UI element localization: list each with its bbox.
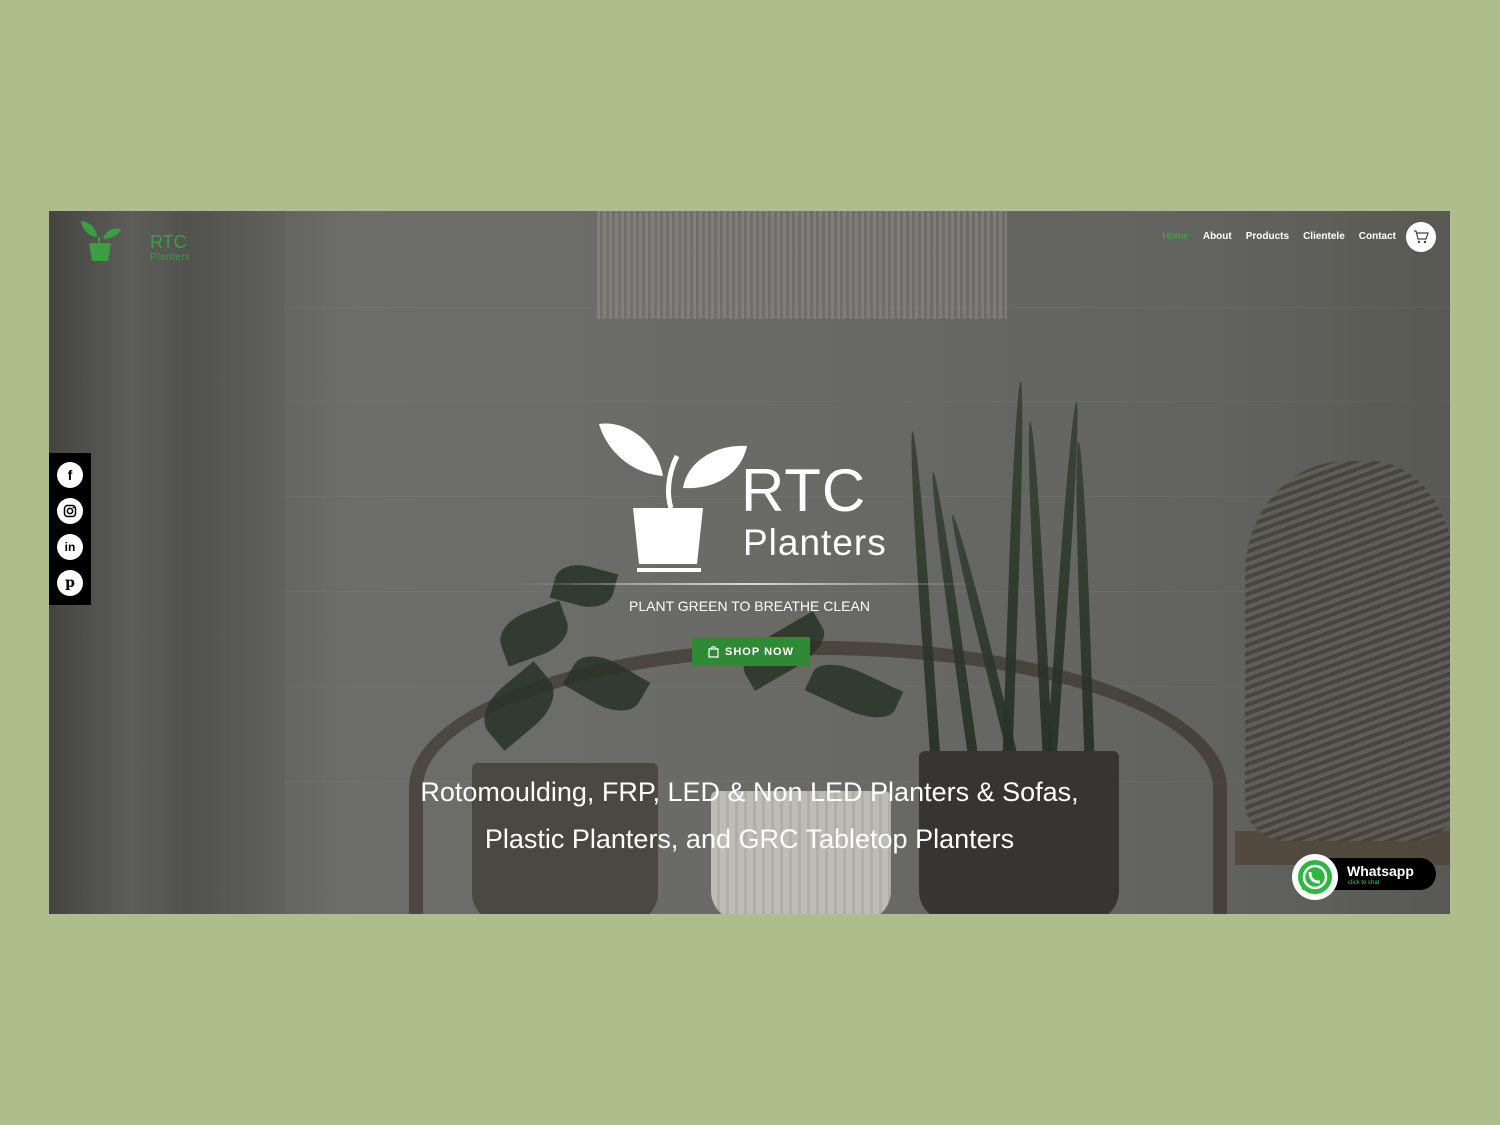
cart-button[interactable] [1406,222,1436,252]
instagram-icon[interactable] [57,498,83,524]
divider [519,583,979,585]
hero-headline-line2: Plastic Planters, and GRC Tabletop Plant… [484,824,1015,854]
hero-logo-title: RTC [741,457,867,524]
nav-contact[interactable]: Contact [1359,231,1396,242]
hero-headline-line1: Rotomoulding, FRP, LED & Non LED Planter… [420,777,1079,807]
logo-title: RTC [150,232,187,252]
social-sidebar: f in p [49,453,91,605]
main-nav: Home About Products Clientele Contact [1162,231,1396,242]
whatsapp-icon [1292,854,1338,900]
cart-icon [1414,230,1429,244]
whatsapp-chat-button[interactable]: Whatsapp click to chat [1292,854,1436,900]
shop-now-button[interactable]: SHOP NOW [692,637,810,666]
logo-subtitle: Planters [150,252,191,263]
hero-logo-subtitle: Planters [743,522,887,563]
facebook-icon[interactable]: f [57,462,83,488]
hero-headline: Rotomoulding, FRP, LED & Non LED Planter… [49,769,1450,863]
linkedin-icon[interactable]: in [57,534,83,560]
nav-about[interactable]: About [1203,231,1232,242]
whatsapp-sublabel: click to chat [1348,880,1380,886]
website-screenshot: RTC Planters Home About Products Cliente… [49,211,1450,914]
shopping-bag-icon [708,646,719,658]
pinterest-icon[interactable]: p [57,570,83,596]
nav-clientele[interactable]: Clientele [1303,231,1345,242]
plant-logo-icon [81,221,121,261]
nav-products[interactable]: Products [1246,231,1289,242]
site-logo[interactable]: RTC Planters [79,217,190,263]
shop-now-label: SHOP NOW [725,645,794,658]
nav-home[interactable]: Home [1162,231,1189,242]
whatsapp-label: Whatsapp [1347,863,1414,879]
hero-tagline: PLANT GREEN TO BREATHE CLEAN [629,598,870,614]
